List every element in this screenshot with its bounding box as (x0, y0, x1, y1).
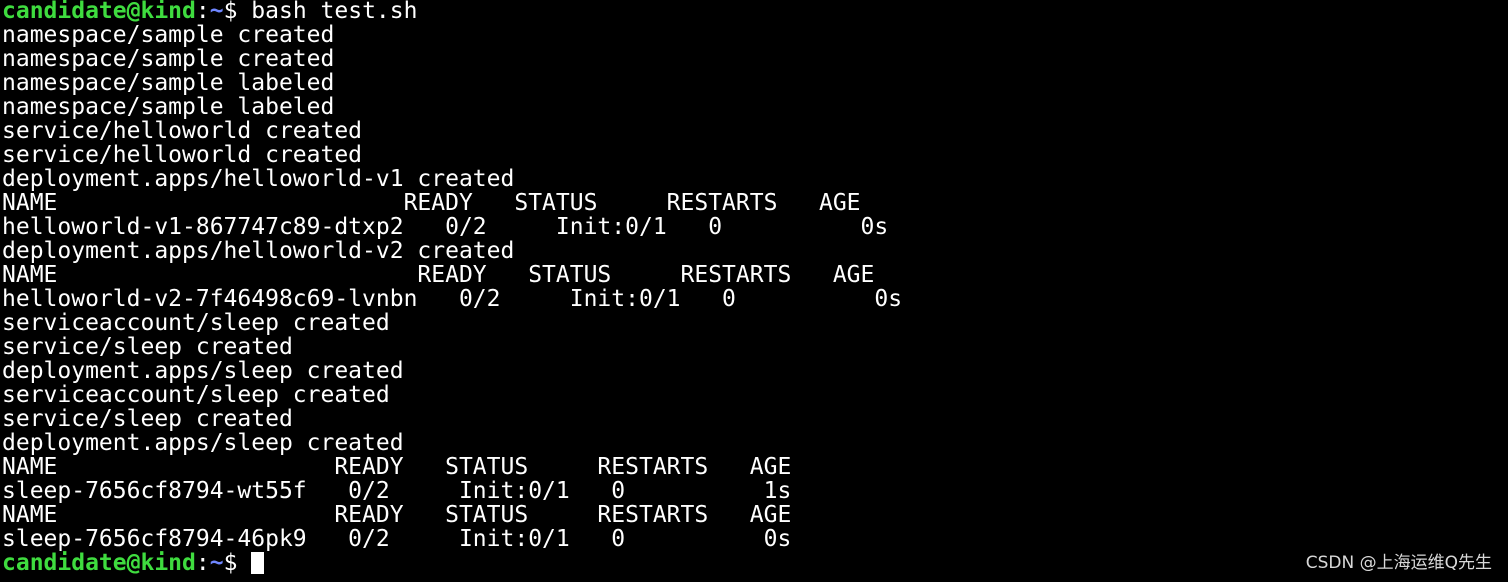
prompt-separator: : (195, 550, 210, 576)
prompt-symbol: $ (223, 0, 252, 24)
table-header: NAME READY STATUS RESTARTS AGE (2, 454, 792, 480)
command-text: bash test.sh (251, 0, 418, 24)
output-line: deployment.apps/helloworld-v2 created (2, 238, 515, 264)
output-line: service/sleep created (2, 406, 293, 432)
prompt-path: ~ (209, 0, 224, 24)
active-prompt-line[interactable]: candidate@kind:~$ (2, 551, 1502, 575)
prompt-symbol: $ (223, 550, 252, 576)
terminal-window[interactable]: candidate@kind:~$ bash test.sh namespace… (2, 0, 1502, 582)
output-line: deployment.apps/sleep created (2, 358, 404, 384)
output-line: service/helloworld created (2, 118, 363, 144)
table-header: NAME READY STATUS RESTARTS AGE (2, 502, 792, 528)
watermark: CSDN @上海运维Q先生 (1305, 553, 1492, 573)
table-row: sleep-7656cf8794-46pk9 0/2 Init:0/1 0 0s (2, 526, 792, 552)
output-line: namespace/sample created (2, 22, 335, 48)
prompt-user-host: candidate@kind (2, 0, 196, 24)
output-line: service/helloworld created (2, 142, 363, 168)
text-cursor[interactable] (251, 552, 265, 574)
table-header: NAME READY STATUS RESTARTS AGE (2, 190, 861, 216)
output-line: namespace/sample labeled (2, 70, 335, 96)
prompt-user-host: candidate@kind (2, 550, 196, 576)
output-line: deployment.apps/sleep created (2, 430, 404, 456)
prompt-path: ~ (209, 550, 224, 576)
output-line: namespace/sample labeled (2, 94, 335, 120)
table-header: NAME READY STATUS RESTARTS AGE (2, 262, 875, 288)
table-row: sleep-7656cf8794-wt55f 0/2 Init:0/1 0 1s (2, 478, 792, 504)
output-line: namespace/sample created (2, 46, 335, 72)
table-row: helloworld-v1-867747c89-dtxp2 0/2 Init:0… (2, 214, 889, 240)
output-line: deployment.apps/helloworld-v1 created (2, 166, 515, 192)
table-row: helloworld-v2-7f46498c69-lvnbn 0/2 Init:… (2, 286, 903, 312)
prompt-separator: : (195, 0, 210, 24)
output-line: service/sleep created (2, 334, 293, 360)
output-line: serviceaccount/sleep created (2, 382, 390, 408)
output-line: serviceaccount/sleep created (2, 310, 390, 336)
command-line: candidate@kind:~$ bash test.sh (2, 0, 1502, 23)
